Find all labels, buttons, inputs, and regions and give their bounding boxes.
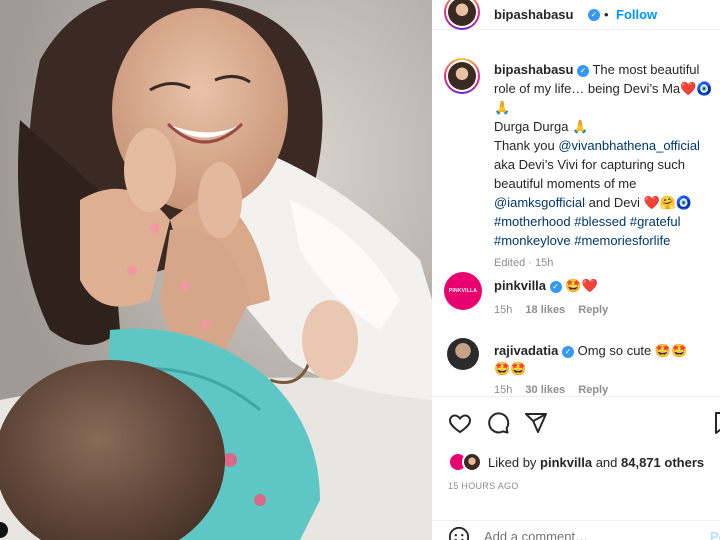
mention-iamksgofficial[interactable]: @iamksgofficial	[494, 195, 585, 210]
verified-icon: ✓	[577, 64, 590, 77]
post-time-ago[interactable]: 15 HOURS AGO	[448, 481, 519, 491]
comment-reply-button[interactable]: Reply	[578, 304, 608, 316]
caption-line1-emojis: ❤️🧿	[680, 81, 713, 96]
post-header: bipashabasu ✓ • Follow	[432, 0, 720, 30]
caption-line4-rest: aka Devi’s Vivi for capturing such beaut…	[494, 157, 686, 191]
commenter-avatar[interactable]	[447, 338, 479, 370]
liked-by-user[interactable]: pinkvilla	[540, 455, 592, 470]
post-side-panel: bipashabasu ✓ • Follow bipashabasu ✓ The…	[432, 0, 720, 540]
comment-meta: 15h 30 likes Reply	[494, 384, 608, 396]
author-avatar[interactable]	[444, 0, 480, 30]
liked-by-row: Liked by pinkvilla and 84,871 others	[448, 450, 718, 474]
caption-author-username[interactable]: bipashabasu	[494, 62, 573, 77]
commenter-avatar[interactable]: PINKVILLA	[444, 272, 482, 310]
action-bar	[432, 396, 720, 448]
post-photo[interactable]	[0, 0, 432, 540]
heart-icon[interactable]	[448, 411, 472, 435]
comment-pinkvilla: PINKVILLA pinkvilla ✓ 🤩❤️ 15h 18 likes R…	[444, 272, 714, 322]
post-photo-illustration	[0, 0, 432, 540]
comment-meta: 15h 18 likes Reply	[494, 304, 608, 316]
comment-reply-button[interactable]: Reply	[578, 384, 608, 396]
comment-time: 15h	[494, 304, 513, 316]
author-username[interactable]: bipashabasu	[494, 7, 573, 22]
add-comment-input[interactable]	[484, 526, 684, 540]
caption-body: bipashabasu ✓ The most beautiful role of…	[494, 60, 718, 273]
mention-vivanbhathena[interactable]: @vivanbhathena_official	[558, 138, 700, 153]
caption-line5-rest: and Devi ❤️🤗🧿	[585, 195, 693, 210]
post-comment-button[interactable]: Po	[710, 529, 720, 540]
hashtags-line2[interactable]: #monkeylove #memoriesforlife	[494, 233, 670, 248]
caption-line2: 🙏	[494, 100, 511, 115]
verified-icon: ✓	[561, 345, 574, 358]
verified-icon: ✓	[588, 9, 600, 21]
liker-avatar-2[interactable]	[462, 452, 482, 472]
comment-rajivadatia: rajivadatia ✓ Omg so cute 🤩🤩 🤩🤩 15h 30 l…	[444, 338, 714, 396]
hashtags-line1[interactable]: #motherhood #blessed #grateful	[494, 214, 680, 229]
header-separator: •	[604, 7, 609, 22]
comment-text: 🤩❤️	[565, 278, 598, 293]
pinkvilla-logo-text: PINKVILLA	[448, 288, 478, 294]
liked-by-text: Liked by pinkvilla and 84,871 others	[488, 455, 704, 470]
comment-likes[interactable]: 18 likes	[525, 304, 565, 316]
comment-time: 15h	[494, 384, 513, 396]
caption-line4-prefix: Thank you	[494, 138, 559, 153]
save-icon[interactable]	[712, 411, 720, 435]
comment-text: Omg so cute 🤩🤩	[577, 343, 688, 358]
comment-text-row: rajivadatia ✓ Omg so cute 🤩🤩 🤩🤩	[494, 342, 714, 378]
commenter-username[interactable]: rajivadatia	[494, 343, 558, 358]
follow-button[interactable]: Follow	[616, 7, 657, 22]
comment-text-row: pinkvilla ✓ 🤩❤️	[494, 278, 598, 294]
liked-by-and: and	[592, 455, 621, 470]
caption-edited-time: Edited · 15h	[494, 257, 554, 269]
caption-author-avatar[interactable]	[444, 58, 480, 94]
commenter-username[interactable]: pinkvilla	[494, 278, 546, 293]
add-comment-bar: Po	[432, 520, 720, 540]
comment-icon[interactable]	[486, 411, 510, 435]
verified-icon: ✓	[549, 280, 562, 293]
comment-likes[interactable]: 30 likes	[525, 384, 565, 396]
liked-by-count[interactable]: 84,871 others	[621, 455, 704, 470]
caption-line3: Durga Durga 🙏	[494, 119, 589, 134]
comment-text-continued: 🤩🤩	[494, 361, 527, 376]
liked-by-prefix: Liked by	[488, 455, 541, 470]
emoji-icon[interactable]	[448, 526, 470, 540]
share-icon[interactable]	[524, 411, 548, 435]
